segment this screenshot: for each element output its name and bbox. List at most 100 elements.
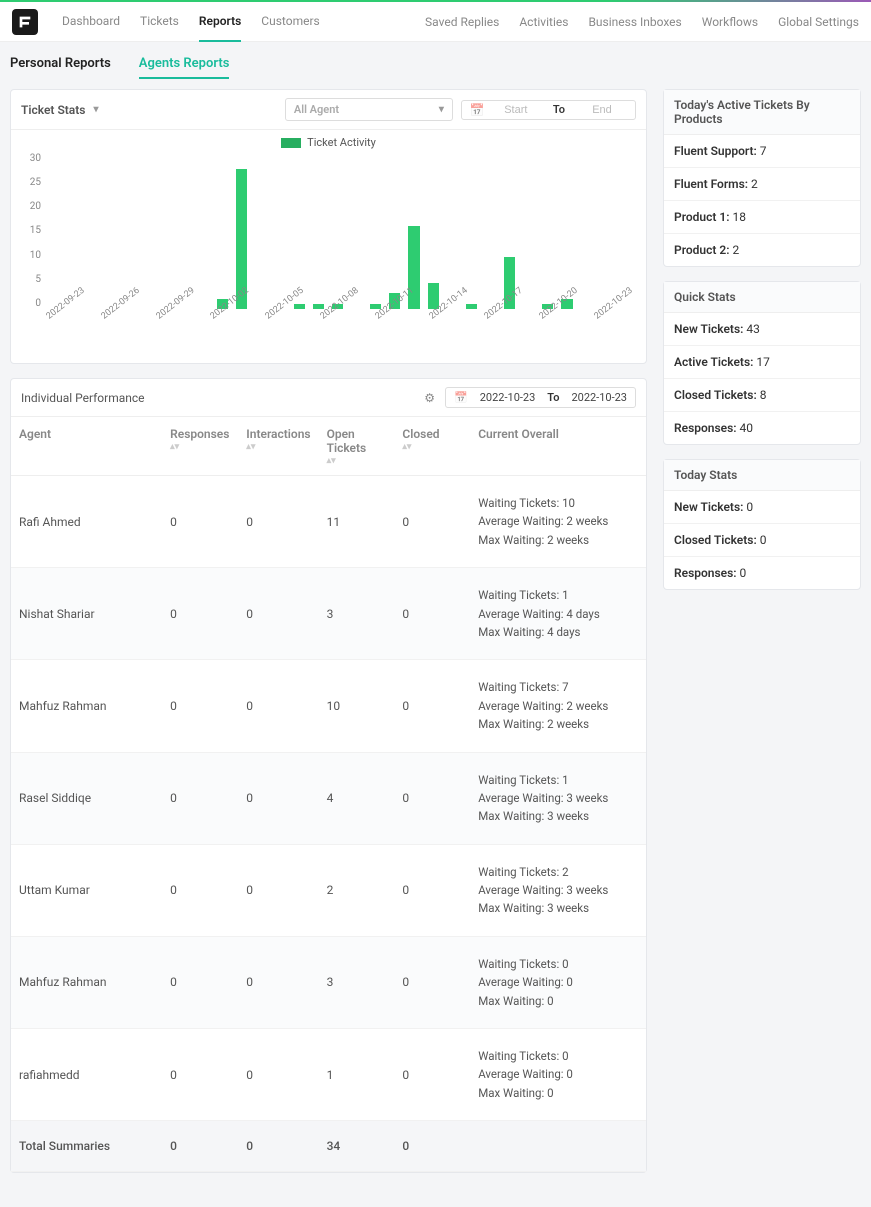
y-tick: 20: [23, 201, 41, 212]
cell-agent: Mahfuz Rahman: [11, 660, 162, 752]
cell-agent: Rafi Ahmed: [11, 476, 162, 568]
y-tick: 30: [23, 153, 41, 164]
sort-icon: ▴▾: [246, 443, 310, 451]
cell-agent: Mahfuz Rahman: [11, 936, 162, 1028]
panel-title: Today's Active Tickets By Products: [664, 90, 860, 135]
cell-agent: Nishat Shariar: [11, 568, 162, 660]
quick-stats-card: Quick Stats New Tickets: 43Active Ticket…: [663, 281, 861, 445]
col-responses[interactable]: Responses▴▾: [162, 417, 238, 476]
cell-interactions: 0: [238, 936, 318, 1028]
cell-closed: 0: [394, 752, 470, 844]
ticket-stats-date-range[interactable]: 📅 To: [461, 100, 636, 120]
cell-closed: 0: [394, 936, 470, 1028]
table-row: rafiahmedd0010Waiting Tickets: 0Average …: [11, 1029, 646, 1121]
chevron-down-icon[interactable]: ▾: [93, 104, 98, 115]
table-row: Mahfuz Rahman0030Waiting Tickets: 0Avera…: [11, 936, 646, 1028]
app-logo[interactable]: [12, 9, 38, 35]
y-tick: 0: [23, 298, 41, 309]
sort-icon: ▴▾: [327, 457, 387, 465]
stat-row: Product 2: 2: [664, 234, 860, 266]
nav-item-global-settings[interactable]: Global Settings: [778, 3, 859, 41]
perf-date-from: 2022-10-23: [480, 391, 536, 404]
tab-personal-reports[interactable]: Personal Reports: [10, 56, 111, 79]
cell-interactions: 0: [238, 660, 318, 752]
cell-responses: 0: [162, 476, 238, 568]
cell-open: 2: [319, 844, 395, 936]
cell-interactions: 0: [238, 752, 318, 844]
cell-open: 1: [319, 1029, 395, 1121]
stat-row: Active Tickets: 17: [664, 346, 860, 379]
cell-interactions: 0: [238, 1121, 318, 1172]
cell-responses: 0: [162, 1121, 238, 1172]
cell-overall: Waiting Tickets: 2Average Waiting: 3 wee…: [470, 844, 646, 936]
table-row: Mahfuz Rahman00100Waiting Tickets: 7Aver…: [11, 660, 646, 752]
gear-icon[interactable]: ⚙: [424, 391, 435, 405]
calendar-icon: 📅: [470, 103, 485, 117]
cell-overall: Waiting Tickets: 0Average Waiting: 0Max …: [470, 1029, 646, 1121]
nav-item-business-inboxes[interactable]: Business Inboxes: [588, 3, 681, 41]
cell-responses: 0: [162, 844, 238, 936]
nav-item-customers[interactable]: Customers: [261, 2, 319, 42]
nav-left: Dashboard Tickets Reports Customers: [62, 2, 320, 42]
today-stats-card: Today Stats New Tickets: 0Closed Tickets…: [663, 459, 861, 590]
table-row: Uttam Kumar0020Waiting Tickets: 2Average…: [11, 844, 646, 936]
col-interactions[interactable]: Interactions▴▾: [238, 417, 318, 476]
subtabs: Personal Reports Agents Reports: [0, 42, 871, 89]
nav-item-saved-replies[interactable]: Saved Replies: [425, 3, 499, 41]
ticket-activity-chart: 051015202530 2022-09-232022-09-262022-09…: [41, 153, 634, 353]
cell-interactions: 0: [238, 476, 318, 568]
start-date-input[interactable]: [491, 104, 541, 116]
cell-open: 10: [319, 660, 395, 752]
nav-item-dashboard[interactable]: Dashboard: [62, 2, 120, 42]
stat-row: New Tickets: 43: [664, 313, 860, 346]
y-tick: 10: [23, 250, 41, 261]
col-open[interactable]: Open Tickets▴▾: [319, 417, 395, 476]
table-row: Rafi Ahmed00110Waiting Tickets: 10Averag…: [11, 476, 646, 568]
stat-row: New Tickets: 0: [664, 491, 860, 524]
main-header: Dashboard Tickets Reports Customers Saved R…: [0, 2, 871, 42]
sort-icon: ▴▾: [170, 443, 230, 451]
y-tick: 5: [23, 274, 41, 285]
cell-agent: Uttam Kumar: [11, 844, 162, 936]
cell-open: 3: [319, 936, 395, 1028]
cell-open: 34: [319, 1121, 395, 1172]
agent-select[interactable]: All Agent ▾: [285, 98, 453, 121]
end-date-input[interactable]: [577, 104, 627, 116]
stat-row: Closed Tickets: 0: [664, 524, 860, 557]
ticket-stats-card: Ticket Stats ▾ All Agent ▾ 📅 To Ticket A: [10, 89, 647, 364]
panel-title: Quick Stats: [664, 282, 860, 313]
date-range-separator: To: [547, 103, 571, 116]
cell-open: 3: [319, 568, 395, 660]
stat-row: Responses: 40: [664, 412, 860, 444]
stat-row: Closed Tickets: 8: [664, 379, 860, 412]
nav-item-tickets[interactable]: Tickets: [140, 2, 179, 42]
cell-responses: 0: [162, 660, 238, 752]
cell-agent: rafiahmedd: [11, 1029, 162, 1121]
stat-row: Product 1: 18: [664, 201, 860, 234]
tab-agents-reports[interactable]: Agents Reports: [139, 56, 230, 79]
cell-responses: 0: [162, 936, 238, 1028]
cell-agent: Rasel Siddiqe: [11, 752, 162, 844]
panel-title: Today Stats: [664, 460, 860, 491]
cell-interactions: 0: [238, 844, 318, 936]
legend-label: Ticket Activity: [307, 136, 376, 149]
cell-responses: 0: [162, 568, 238, 660]
cell-closed: 0: [394, 1121, 470, 1172]
cell-overall: Waiting Tickets: 7Average Waiting: 2 wee…: [470, 660, 646, 752]
nav-item-reports[interactable]: Reports: [199, 2, 241, 42]
nav-right: Saved Replies Activities Business Inboxes W…: [425, 3, 859, 41]
cell-overall: Waiting Tickets: 10Average Waiting: 2 we…: [470, 476, 646, 568]
chart-legend: Ticket Activity: [23, 136, 634, 149]
chevron-down-icon: ▾: [439, 104, 444, 115]
stat-row: Responses: 0: [664, 557, 860, 589]
cell-closed: 0: [394, 660, 470, 752]
col-agent[interactable]: Agent: [11, 417, 162, 476]
cell-overall: Waiting Tickets: 1Average Waiting: 4 day…: [470, 568, 646, 660]
nav-item-activities[interactable]: Activities: [519, 3, 568, 41]
nav-item-workflows[interactable]: Workflows: [702, 3, 758, 41]
performance-date-range[interactable]: 📅 2022-10-23 To 2022-10-23: [445, 387, 636, 408]
cell-closed: 0: [394, 476, 470, 568]
col-closed[interactable]: Closed▴▾: [394, 417, 470, 476]
cell-agent: Total Summaries: [11, 1121, 162, 1172]
col-overall: Current Overall: [470, 417, 646, 476]
